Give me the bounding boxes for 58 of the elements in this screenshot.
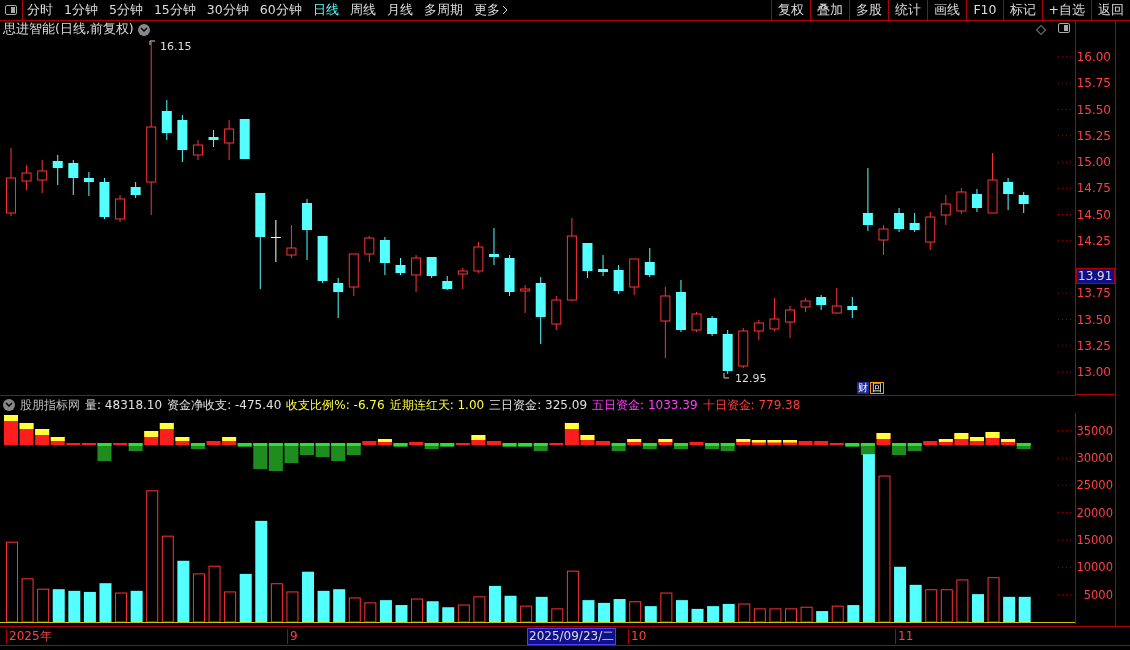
- indicator-reading: 十日资金: 779.38: [702, 396, 801, 414]
- indicator-reading: 收支比例%: -6.76: [286, 396, 385, 414]
- price-axis-label: 15.50: [1076, 102, 1111, 117]
- period-tab[interactable]: 日线: [312, 0, 339, 20]
- price-axis-label: 15.00: [1076, 155, 1111, 169]
- date-axis-label: 9: [287, 629, 298, 644]
- date-axis-label: 2025年: [6, 629, 52, 644]
- current-price-label: 13.91: [1076, 268, 1115, 285]
- period-tab[interactable]: 5分钟: [108, 0, 143, 20]
- toolbar-button[interactable]: +自选: [1041, 0, 1091, 20]
- toolbar-button[interactable]: 画线: [927, 0, 967, 20]
- price-axis-label: 14.75: [1076, 181, 1111, 196]
- volume-axis-label: 10000: [1076, 560, 1113, 575]
- period-tab[interactable]: 1分钟: [64, 0, 98, 20]
- volume-axis-label: 30000: [1076, 451, 1113, 465]
- period-tab[interactable]: 30分钟: [206, 0, 249, 20]
- volume-axis-label: 15000: [1076, 533, 1113, 547]
- date-axis-label: 10: [628, 629, 647, 644]
- toolbar-button[interactable]: 叠加: [810, 0, 850, 20]
- low-price-label: 12.95: [735, 371, 767, 387]
- period-tab[interactable]: 周线: [349, 0, 376, 20]
- price-axis-label: 14.25: [1076, 233, 1111, 248]
- price-axis-label: 13.50: [1076, 312, 1111, 327]
- indicator-reading: 近期连红天: 1.00: [389, 396, 485, 414]
- volume-axis-label: 20000: [1076, 505, 1113, 520]
- volume-axis-label: 5000: [1083, 587, 1113, 602]
- period-tab[interactable]: 多周期: [423, 0, 463, 20]
- toolbar-button[interactable]: 多股: [849, 0, 889, 20]
- more-menu[interactable]: 更多: [473, 0, 508, 20]
- toolbar-button[interactable]: F10: [966, 0, 1003, 20]
- price-axis-label: 16.00: [1076, 50, 1111, 64]
- price-axis-label: 13.25: [1076, 338, 1111, 353]
- period-tab[interactable]: 分时: [27, 0, 53, 20]
- indicator-reading: 资金净收支: -475.40: [167, 396, 282, 414]
- indicator-reading: 五日资金: 1033.39: [592, 396, 698, 414]
- period-tab[interactable]: 60分钟: [259, 0, 302, 20]
- price-axis-label: 15.25: [1076, 128, 1111, 143]
- indicator-name: 股朋指标网: [20, 396, 80, 414]
- finance-badge[interactable]: 财: [857, 382, 869, 394]
- toolbar-button[interactable]: 复权: [771, 0, 811, 20]
- volume-axis-label: 35000: [1076, 423, 1113, 438]
- toolbar-button[interactable]: 标记: [1002, 0, 1042, 20]
- volume-axis-label: 25000: [1076, 478, 1113, 493]
- chart-title: 思进智能(日线,前复权): [3, 20, 134, 39]
- toolbar-button[interactable]: 返回: [1091, 0, 1130, 20]
- price-axis-label: 15.75: [1076, 76, 1111, 91]
- price-axis-label: 13.00: [1076, 365, 1111, 379]
- indicator-reading: 三日资金: 325.09: [489, 396, 588, 414]
- period-tab[interactable]: 月线: [386, 0, 413, 20]
- price-axis-label: 13.75: [1076, 286, 1111, 301]
- review-badge[interactable]: 回: [870, 382, 884, 394]
- cursor-date-label: 2025/09/23/二: [527, 628, 617, 645]
- date-axis-label: 11: [895, 629, 914, 644]
- period-tab[interactable]: 15分钟: [153, 0, 196, 20]
- price-axis-label: 14.50: [1076, 207, 1111, 222]
- high-price-label: 16.15: [160, 39, 192, 55]
- indicator-reading: 量: 48318.10: [85, 396, 163, 414]
- toolbar-button[interactable]: 统计: [888, 0, 928, 20]
